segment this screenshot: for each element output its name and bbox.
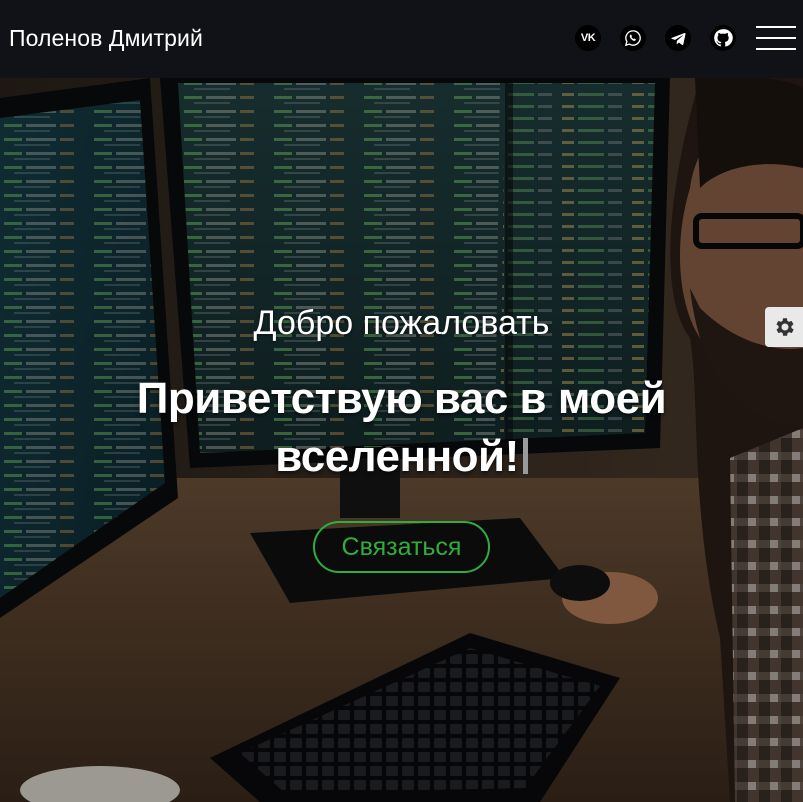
hero-headline: Приветствую вас в моей вселенной! [100, 370, 703, 486]
github-icon[interactable] [710, 25, 736, 51]
vk-icon[interactable]: VK [575, 25, 601, 51]
hero-welcome-text: Добро пожаловать [253, 304, 550, 342]
hero-headline-line1: Приветствую вас в моей [136, 374, 667, 423]
github-glyph [714, 29, 733, 47]
hamburger-menu-icon[interactable] [756, 26, 796, 52]
navbar: Поленов Дмитрий VK [0, 0, 803, 78]
gear-icon [776, 318, 794, 336]
contact-button[interactable]: Связаться [313, 521, 490, 573]
landing-page: Поленов Дмитрий VK Добро пожаловать Прив… [0, 0, 803, 802]
whatsapp-glyph [624, 30, 641, 47]
settings-tab[interactable] [765, 307, 803, 347]
telegram-glyph [670, 32, 686, 45]
vk-logo-text: VK [580, 32, 596, 44]
typing-cursor [522, 438, 528, 474]
whatsapp-icon[interactable] [620, 25, 646, 51]
telegram-icon[interactable] [665, 25, 691, 51]
brand-name[interactable]: Поленов Дмитрий [9, 25, 203, 52]
hero-headline-line2: вселенной! [275, 432, 519, 481]
